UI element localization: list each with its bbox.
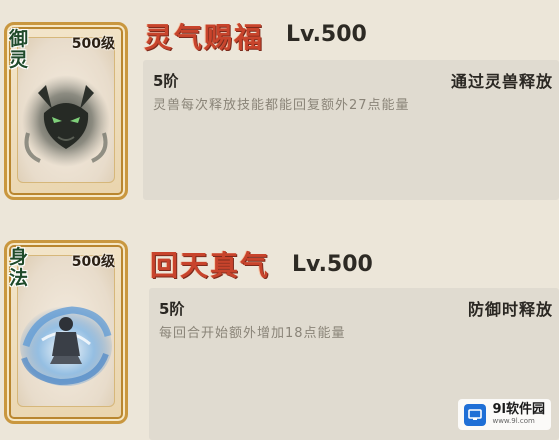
skill-description-panel: 5阶 通过灵兽释放 灵兽每次释放技能都能回复额外27点能量	[143, 60, 559, 200]
watermark-name: 9l软件园	[492, 402, 545, 417]
skill-name: 灵气赐福	[144, 21, 265, 54]
skill-stage: 5阶	[159, 300, 185, 318]
site-watermark: 9l软件园 www.9l.com	[458, 399, 551, 430]
skill-level: Lv.500	[292, 252, 373, 277]
site-logo-icon	[464, 403, 487, 426]
card-type-label: 御灵	[9, 28, 29, 71]
whirlwind-figure-icon	[16, 284, 116, 398]
card-level-label: 500级	[71, 254, 115, 270]
card-level-label: 500级	[71, 36, 115, 52]
skill-level: Lv.500	[286, 22, 367, 47]
watermark-url: www.9l.com	[492, 417, 535, 425]
skill-effect: 灵兽每次释放技能都能回复额外27点能量	[153, 98, 410, 113]
skill-card[interactable]: 御灵 500级	[4, 22, 128, 200]
skill-effect: 每回合开始额外增加18点能量	[159, 326, 346, 341]
card-type-label: 身法	[9, 246, 29, 289]
skill-row-1: 御灵 500级 灵气赐福 Lv.500 5阶 通过灵兽释放 灵兽每次释放技能都能…	[0, 0, 559, 210]
skill-stage: 5阶	[153, 72, 179, 90]
spirit-beast-icon	[18, 63, 114, 177]
skill-trigger: 通过灵兽释放	[450, 72, 553, 91]
skill-card[interactable]: 身法 500级	[4, 240, 128, 424]
skill-name: 回天真气	[150, 249, 271, 282]
skill-trigger: 防御时释放	[467, 300, 553, 319]
